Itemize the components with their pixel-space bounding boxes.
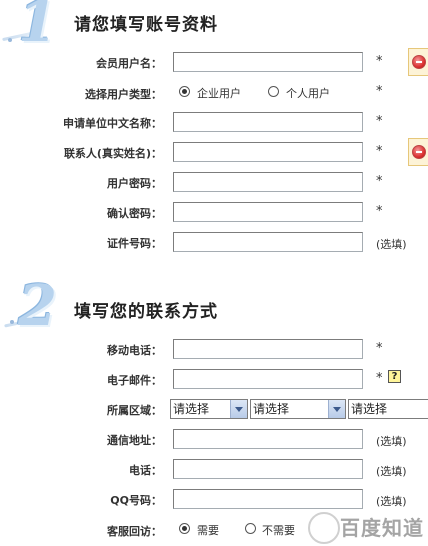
question-icon[interactable]: ? xyxy=(388,370,401,383)
label-followup: 客服回访： xyxy=(107,525,162,538)
password-input[interactable] xyxy=(173,172,363,192)
email-input[interactable] xyxy=(173,369,363,389)
label-phone: 电话： xyxy=(129,464,162,477)
required-mark: * xyxy=(376,371,383,386)
step-dot-decoration xyxy=(8,38,12,42)
section-title-account: 请您填写账号资料 xyxy=(74,15,218,35)
required-mark: * xyxy=(376,144,383,159)
address-input[interactable] xyxy=(173,429,363,449)
required-mark: * xyxy=(376,84,383,99)
required-mark: * xyxy=(376,204,383,219)
radio-label-no: 不需要 xyxy=(262,524,295,537)
baidu-zhidao-watermark: 百度知道 xyxy=(308,506,428,546)
confirm-password-input[interactable] xyxy=(173,202,363,222)
chevron-down-icon xyxy=(328,400,345,418)
optional-mark: (选填) xyxy=(376,238,407,251)
radio-personal-user[interactable] xyxy=(268,86,279,97)
region-province-select[interactable]: 请选择 xyxy=(170,399,248,419)
label-contact-person: 联系人(真实姓名)： xyxy=(63,147,162,160)
phone-input[interactable] xyxy=(173,459,363,479)
optional-mark: (选填) xyxy=(376,465,407,478)
radio-label-yes: 需要 xyxy=(197,524,219,537)
company-name-input[interactable] xyxy=(173,112,363,132)
step-number-1: 1 xyxy=(18,0,57,55)
paw-logo-icon xyxy=(308,512,340,544)
error-icon xyxy=(412,55,426,69)
optional-mark: (选填) xyxy=(376,435,407,448)
radio-followup-no[interactable] xyxy=(245,523,256,534)
label-user-type: 选择用户类型： xyxy=(85,88,162,101)
contact-person-input[interactable] xyxy=(173,142,363,162)
label-password: 用户密码： xyxy=(107,177,162,190)
label-region: 所属区域： xyxy=(107,404,162,417)
label-member-name: 会员用户名： xyxy=(96,57,162,70)
required-mark: * xyxy=(376,114,383,129)
radio-enterprise-user[interactable] xyxy=(179,86,190,97)
label-qq: QQ号码： xyxy=(110,494,162,507)
step-number-2: 2 xyxy=(18,273,57,339)
label-email: 电子邮件： xyxy=(107,374,162,387)
region-city-select[interactable]: 请选择 xyxy=(250,399,346,419)
required-mark: * xyxy=(376,54,383,69)
label-confirm-password: 确认密码： xyxy=(107,207,162,220)
section-title-contact: 填写您的联系方式 xyxy=(74,302,218,322)
watermark-text: 百度知道 xyxy=(340,516,424,540)
label-address: 通信地址： xyxy=(107,434,162,447)
step-dot-decoration xyxy=(10,320,14,324)
required-mark: * xyxy=(376,341,383,356)
member-name-input[interactable] xyxy=(173,52,363,72)
id-number-input[interactable] xyxy=(173,232,363,252)
select-value: 请选择 xyxy=(173,402,210,416)
label-id-number: 证件号码： xyxy=(107,237,162,250)
mobile-input[interactable] xyxy=(173,339,363,359)
chevron-down-icon xyxy=(230,400,247,418)
required-mark: * xyxy=(376,174,383,189)
radio-followup-yes[interactable] xyxy=(179,523,190,534)
label-mobile: 移动电话： xyxy=(107,344,162,357)
radio-label-personal: 个人用户 xyxy=(286,87,330,100)
select-value: 请选择 xyxy=(351,402,388,416)
label-company-name: 申请单位中文名称： xyxy=(63,117,162,130)
radio-label-enterprise: 企业用户 xyxy=(197,87,241,100)
region-district-select[interactable]: 请选择 xyxy=(348,399,428,419)
error-icon xyxy=(412,145,426,159)
select-value: 请选择 xyxy=(253,402,290,416)
